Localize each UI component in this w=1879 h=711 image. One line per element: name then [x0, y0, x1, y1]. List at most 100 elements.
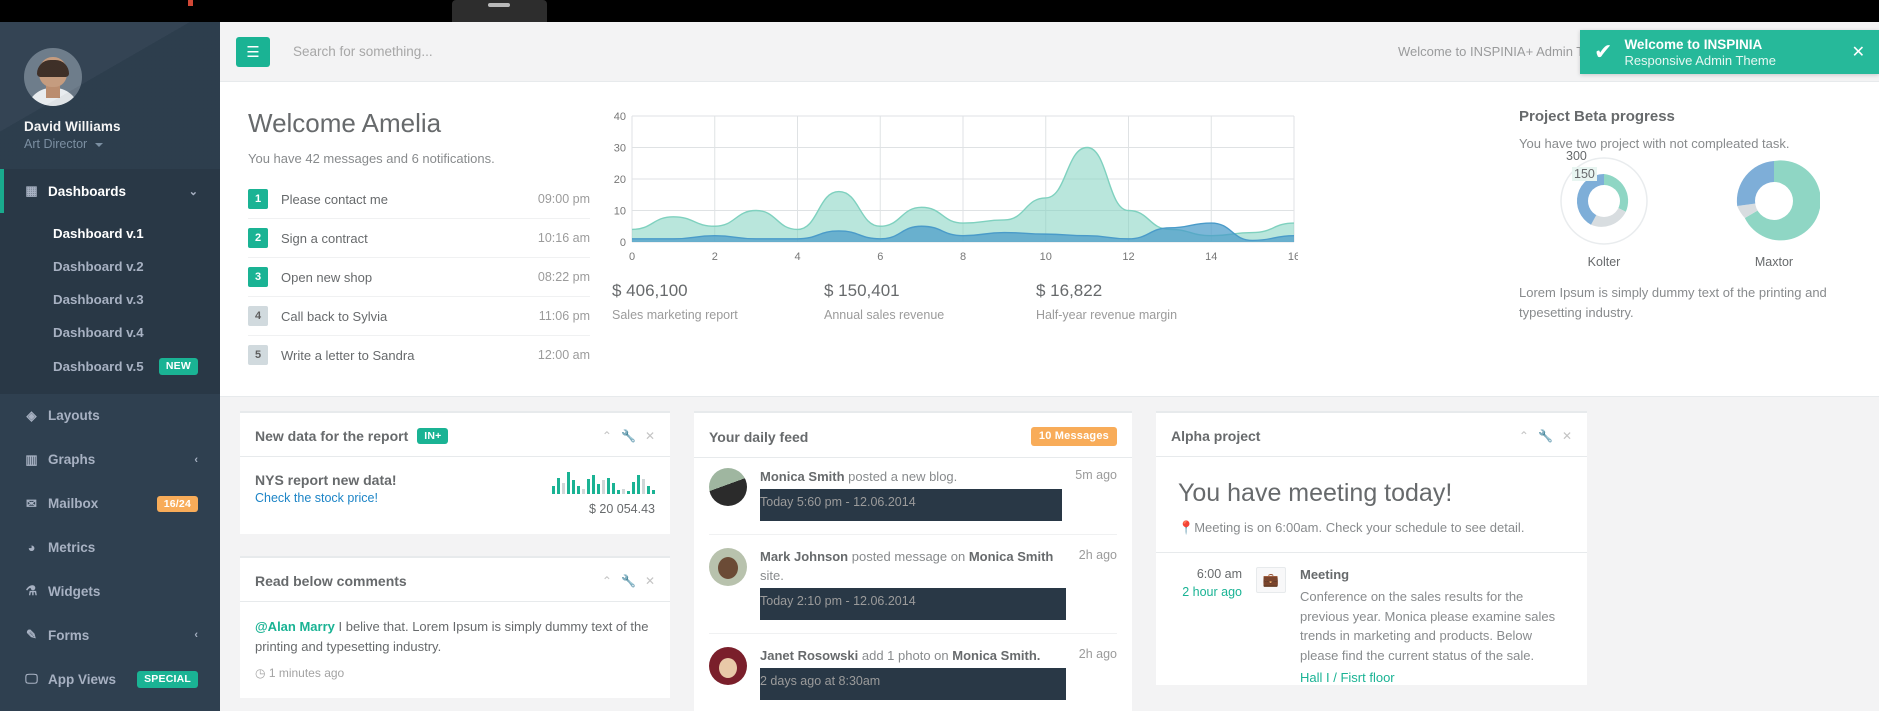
stat-sales-marketing: $ 406,100 Sales marketing report	[612, 281, 824, 322]
feed-action: add 1 photo on	[858, 648, 952, 663]
sidebar-nav: ▦ Dashboards ⌄ Dashboard v.1 Dashboard v…	[0, 169, 220, 702]
card-body: @Alan Marry I belive that. Lorem Ipsum i…	[240, 602, 670, 698]
feed-action-tail: site.	[760, 568, 784, 583]
column-middle: Your daily feed 10 Messages Monica Smith…	[682, 411, 1144, 711]
clock-icon: ◷	[255, 666, 265, 680]
sidebar-item-widgets[interactable]: ⚗ Widgets	[0, 569, 220, 613]
sidebar-profile[interactable]: David Williams Art Director	[0, 22, 220, 169]
sparkline-bar	[632, 482, 635, 494]
area-chart[interactable]: 0102030400246810121416	[598, 108, 1505, 271]
sidebar-badge-new: NEW	[159, 358, 198, 375]
todo-number: 1	[248, 189, 268, 209]
sparkline-bar	[627, 491, 630, 494]
sidebar-item-dashboards[interactable]: ▦ Dashboards ⌄ Dashboard v.1 Dashboard v…	[0, 169, 220, 394]
avatar[interactable]	[24, 48, 82, 106]
caret-down-icon	[95, 143, 103, 147]
card-header: Read below comments ⌃ 🔧 ✕	[240, 558, 670, 602]
wrench-icon[interactable]: 🔧	[621, 574, 636, 588]
chevron-up-icon[interactable]: ⌃	[602, 574, 612, 588]
list-item[interactable]: Mark Johnson posted message on Monica Sm…	[709, 535, 1117, 634]
list-item[interactable]: 1 Please contact me 09:00 pm	[248, 180, 590, 219]
chevron-up-icon[interactable]: ⌃	[1519, 429, 1529, 443]
toast-notification[interactable]: ✔ Welcome to INSPINIA Responsive Admin T…	[1580, 30, 1879, 74]
sidebar-item-forms[interactable]: ✎ Forms ‹	[0, 613, 220, 657]
chevron-down-icon: ⌄	[189, 185, 198, 198]
feed-author[interactable]: Monica Smith	[760, 469, 845, 484]
sparkline-bar	[617, 490, 620, 494]
page-title: Welcome Amelia	[248, 108, 590, 139]
sparkline-chart	[552, 472, 655, 494]
sidebar-item-layouts[interactable]: ◈ Layouts	[0, 394, 220, 438]
sidebar-item-dashboard-v3[interactable]: Dashboard v.3	[0, 283, 220, 316]
desktop-icon: 🖵	[24, 671, 39, 687]
map-pin-icon: 📍	[1178, 520, 1194, 535]
svg-text:2: 2	[712, 251, 718, 263]
list-item[interactable]: 2 Sign a contract 10:16 am	[248, 219, 590, 258]
chevron-up-icon[interactable]: ⌃	[602, 429, 612, 443]
card-title: New data for the report	[255, 428, 408, 444]
feed-target[interactable]: Monica Smith	[969, 549, 1054, 564]
list-item[interactable]: 3 Open new shop 08:22 pm	[248, 258, 590, 297]
list-item[interactable]: Janet Rosowski add 1 photo on Monica Smi…	[709, 634, 1117, 711]
sparkline-bar	[567, 472, 570, 494]
feed-target[interactable]: Monica Smith.	[952, 648, 1040, 663]
sidebar-item-dashboard-v5[interactable]: Dashboard v.5 NEW	[0, 349, 220, 384]
list-item[interactable]: 4 Call back to Sylvia 11:06 pm	[248, 297, 590, 336]
widgets-row: New data for the report IN+ ⌃ 🔧 ✕ NYS re…	[220, 397, 1879, 711]
sparkline-bar	[582, 489, 585, 495]
feed-timestamp: Today 2:10 pm - 12.06.2014	[760, 588, 1066, 620]
feed-author[interactable]: Janet Rosowski	[760, 648, 858, 663]
search-input[interactable]	[293, 44, 693, 59]
feed-timestamp: 2 days ago at 8:30am	[760, 668, 1066, 700]
browser-tab-title-placeholder	[488, 3, 510, 7]
stat-label: Half-year revenue margin	[1036, 308, 1248, 322]
browser-indicator	[188, 0, 193, 6]
sidebar-item-dashboard-v4[interactable]: Dashboard v.4	[0, 316, 220, 349]
project-progress-block: Project Beta progress You have two proje…	[1519, 108, 1879, 374]
feed-timestamp: Today 5:60 pm - 12.06.2014	[760, 489, 1062, 521]
toast-title: Welcome to INSPINIA	[1624, 37, 1776, 52]
comment-mention[interactable]: @Alan Marry	[255, 619, 335, 634]
close-icon[interactable]: ✕	[1562, 429, 1572, 443]
feed-time-ago: 2h ago	[1079, 647, 1117, 700]
profile-role[interactable]: Art Director	[24, 137, 196, 151]
report-link[interactable]: Check the stock price!	[255, 491, 397, 505]
card-alpha-project: Alpha project ⌃ 🔧 ✕ You have meeting tod…	[1156, 411, 1587, 685]
sparkline-bar	[572, 480, 575, 494]
donut-maxtor[interactable]: Maxtor	[1728, 155, 1820, 269]
close-icon[interactable]: ✕	[645, 429, 655, 443]
card-tools: ⌃ 🔧 ✕	[602, 429, 655, 443]
sparkline-bar	[612, 483, 615, 494]
sidebar-item-graphs[interactable]: ▥ Graphs ‹	[0, 438, 220, 482]
card-body: Monica Smith posted a new blog. Today 5:…	[694, 458, 1132, 711]
toast-close-icon[interactable]: ✕	[1852, 42, 1865, 62]
list-item[interactable]: Monica Smith posted a new blog. Today 5:…	[709, 464, 1117, 535]
todo-time: 11:06 pm	[539, 309, 590, 323]
alpha-hero-sub-text: Meeting is on 6:00am. Check your schedul…	[1194, 520, 1524, 535]
card-title: Your daily feed	[709, 429, 808, 445]
profile-role-label: Art Director	[24, 137, 87, 151]
donut-kolter[interactable]: 300 150 Kolter	[1558, 155, 1650, 269]
todo-number: 5	[248, 345, 268, 365]
list-item[interactable]: 5 Write a letter to Sandra 12:00 am	[248, 336, 590, 374]
timeline-text: Conference on the sales results for the …	[1300, 587, 1565, 665]
feed-action: posted a new blog.	[845, 469, 958, 484]
sidebar-item-app-views[interactable]: 🖵 App Views SPECIAL	[0, 657, 220, 702]
wrench-icon[interactable]: 🔧	[1538, 429, 1553, 443]
toast-subtitle: Responsive Admin Theme	[1624, 53, 1776, 68]
svg-text:16: 16	[1288, 251, 1298, 263]
feed-author[interactable]: Mark Johnson	[760, 549, 848, 564]
hamburger-icon[interactable]: ☰	[236, 37, 270, 67]
sidebar-item-dashboard-v2[interactable]: Dashboard v.2	[0, 250, 220, 283]
sidebar-item-metrics[interactable]: ◕ Metrics	[0, 526, 220, 569]
stat-label: Annual sales revenue	[824, 308, 1036, 322]
timeline-item[interactable]: 6:00 am 2 hour ago 💼 Meeting Conference …	[1156, 553, 1587, 685]
close-icon[interactable]: ✕	[645, 574, 655, 588]
sidebar-submenu-dashboards: Dashboard v.1 Dashboard v.2 Dashboard v.…	[0, 213, 220, 394]
sidebar-item-dashboard-v1[interactable]: Dashboard v.1	[0, 217, 220, 250]
bar-chart-icon: ▥	[24, 452, 39, 468]
sparkline-bar	[607, 478, 610, 495]
timeline-link[interactable]: Hall I / Fisrt floor	[1300, 670, 1395, 685]
wrench-icon[interactable]: 🔧	[621, 429, 636, 443]
sidebar-item-mailbox[interactable]: ✉ Mailbox 16/24	[0, 482, 220, 527]
